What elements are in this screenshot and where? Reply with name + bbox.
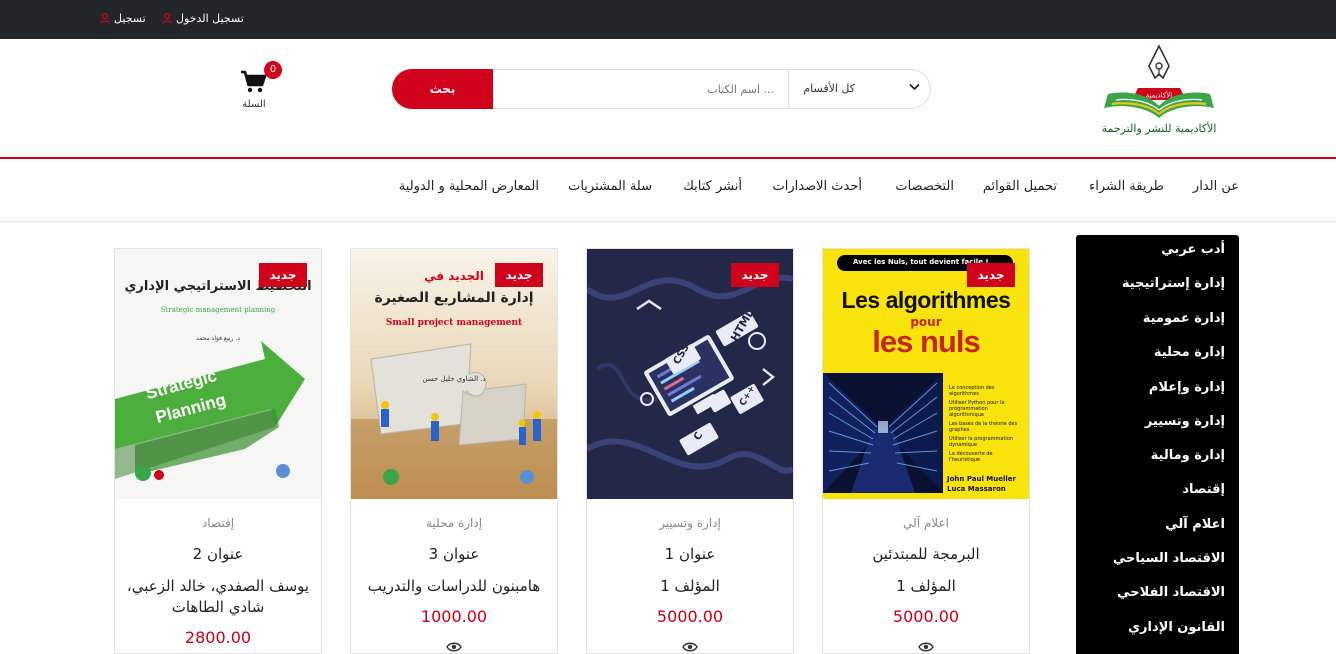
product-author: يوسف الصفدي، خالد الزعبي، شادي الطاهات bbox=[126, 577, 310, 616]
nav-item-specialties[interactable]: التخصصات bbox=[895, 179, 954, 194]
product-category[interactable]: إدارة محلية bbox=[351, 516, 557, 530]
cover-bullet: La découverte de l'heuristique bbox=[949, 451, 993, 463]
eye-icon[interactable] bbox=[918, 641, 934, 653]
register-label: تسجيل bbox=[114, 12, 146, 25]
category-select[interactable]: كل الأقسام bbox=[789, 70, 931, 108]
sidebar-item-agricultural-economics[interactable]: الاقتصاد الفلاحي bbox=[1117, 585, 1225, 600]
cover-bullet: La conception des algorithmes bbox=[949, 385, 995, 397]
nav-item-latest-releases[interactable]: أحدث الاصدارات bbox=[773, 179, 862, 194]
product-author: المؤلف 1 bbox=[660, 577, 720, 595]
sidebar-item-tourism-economics[interactable]: الاقتصاد السياحي bbox=[1113, 551, 1225, 566]
sidebar-item-management-media[interactable]: إدارة وإعلام bbox=[1149, 380, 1225, 395]
main-nav: عن الدار طريقة الشراء تحميل القوائم التخ… bbox=[0, 159, 1336, 222]
sidebar-item-economics[interactable]: إقتصاد bbox=[1182, 482, 1225, 497]
product-card[interactable]: الجديد في إدارة المشاريع الصغيرة Small p… bbox=[350, 248, 558, 654]
product-price: 1000.00 bbox=[420, 607, 488, 626]
cover-nuls: les nuls bbox=[872, 324, 980, 359]
register-link[interactable]: تسجيل bbox=[100, 12, 146, 25]
cover-author: Luca Massaron bbox=[947, 485, 1006, 493]
top-bar: تسجيل الدخول تسجيل bbox=[0, 0, 1336, 39]
user-icon bbox=[162, 13, 172, 24]
nav-item-download-lists[interactable]: تحميل القوائم bbox=[983, 179, 1057, 194]
cart-count-badge: 0 bbox=[264, 61, 282, 79]
cover-english: Small project management bbox=[385, 318, 523, 328]
product-title[interactable]: عنوان 2 bbox=[115, 545, 321, 563]
product-title[interactable]: عنوان 3 bbox=[351, 545, 557, 563]
cover-author: د. الشاوي خليل حسن bbox=[422, 375, 486, 383]
eye-icon[interactable] bbox=[682, 641, 698, 653]
eye-icon[interactable] bbox=[446, 641, 462, 653]
new-badge: جديد bbox=[259, 263, 307, 287]
new-badge: جديد bbox=[731, 263, 779, 287]
nav-item-how-to-buy[interactable]: طريقة الشراء bbox=[1089, 179, 1164, 194]
new-badge: جديد bbox=[967, 263, 1015, 287]
product-card[interactable]: Avec les Nuls, tout devient facile ! Les… bbox=[822, 248, 1030, 654]
cover-author: د. ربيع فؤاد محمد bbox=[196, 335, 240, 342]
nav-item-about[interactable]: عن الدار bbox=[1193, 179, 1239, 194]
cover-heading: Les algorithmes bbox=[841, 287, 1011, 313]
product-card[interactable]: HTML CSS C++ C جديد إدارة وتسيير عنوان 1… bbox=[586, 248, 794, 654]
category-select-value: كل الأقسام bbox=[803, 82, 855, 95]
site-logo[interactable]: الأكاديمية الأكاديمية للنشر والترجمة bbox=[1098, 44, 1220, 140]
sidebar-item-strategic-management[interactable]: إدارة إستراتيجية bbox=[1122, 276, 1225, 291]
cart-button[interactable]: 0 السلة bbox=[236, 61, 284, 114]
login-label: تسجيل الدخول bbox=[176, 12, 244, 25]
chevron-down-icon bbox=[909, 83, 920, 91]
product-title[interactable]: عنوان 1 bbox=[587, 545, 793, 563]
product-title[interactable]: البرمجة للمبتدئين bbox=[823, 545, 1029, 563]
search-button[interactable]: بحث bbox=[392, 69, 493, 109]
cover-bullets: La conception des algorithmes Utiliser P… bbox=[949, 385, 1023, 463]
category-sidebar: أدب عربي إدارة إستراتيجية إدارة عمومية إ… bbox=[1076, 235, 1239, 654]
cover-bullet: Les bases de la théorie des graphes bbox=[949, 421, 1018, 433]
nav-item-publish-book[interactable]: أنشر كتابك bbox=[683, 179, 742, 194]
user-icon bbox=[100, 13, 110, 24]
logo-text: الأكاديمية للنشر والترجمة bbox=[1101, 122, 1217, 135]
sidebar-item-administrative-law[interactable]: القانون الإداري bbox=[1128, 620, 1225, 635]
product-category[interactable]: إدارة وتسيير bbox=[587, 516, 793, 530]
pen-nib-icon: الأكاديمية bbox=[1104, 44, 1214, 118]
cover-english: Strategic management planning bbox=[160, 306, 276, 314]
search-bar: بحث كل الأقسام bbox=[392, 69, 931, 109]
sidebar-item-public-administration[interactable]: إدارة عمومية bbox=[1143, 311, 1225, 326]
nav-item-exhibitions[interactable]: المعارض المحلية و الدولية bbox=[399, 179, 539, 194]
product-price: 5000.00 bbox=[892, 607, 960, 626]
sidebar-item-management-finance[interactable]: إدارة ومالية bbox=[1151, 448, 1225, 463]
sidebar-item-arabic-literature[interactable]: أدب عربي bbox=[1161, 242, 1225, 257]
product-price: 5000.00 bbox=[656, 607, 724, 626]
product-price: 2800.00 bbox=[184, 628, 252, 647]
nav-item-shopping-cart[interactable]: سلة المشتريات bbox=[568, 179, 652, 194]
product-author: المؤلف 1 bbox=[896, 577, 956, 595]
sidebar-item-management-operations[interactable]: إدارة وتسيير bbox=[1145, 414, 1225, 429]
product-category[interactable]: اعلام آلي bbox=[823, 516, 1029, 530]
cover-bullet: Utiliser la programmation dynamique bbox=[949, 436, 1014, 448]
product-author: هامبنون للدراسات والتدريب bbox=[367, 577, 541, 595]
login-link[interactable]: تسجيل الدخول bbox=[162, 12, 244, 25]
cover-bullet: Utiliser Python pour la programmation al… bbox=[949, 400, 1005, 418]
cart-label: السلة bbox=[242, 99, 266, 110]
search-input[interactable] bbox=[494, 70, 788, 108]
server-room-illustration bbox=[823, 373, 943, 493]
product-category[interactable]: إقتصاد bbox=[115, 516, 321, 530]
sidebar-item-computer-science[interactable]: اعلام آلي bbox=[1165, 517, 1225, 532]
new-badge: جديد bbox=[495, 263, 543, 287]
cover-heading: إدارة المشاريع الصغيرة bbox=[374, 290, 534, 306]
product-card[interactable]: التخطيط الاستراتيجي الإداري Strategic ma… bbox=[114, 248, 322, 654]
logo-badge-text: الأكاديمية bbox=[1146, 91, 1172, 100]
cover-author: John Paul Mueller bbox=[947, 475, 1016, 483]
sidebar-item-local-administration[interactable]: إدارة محلية bbox=[1154, 345, 1225, 360]
